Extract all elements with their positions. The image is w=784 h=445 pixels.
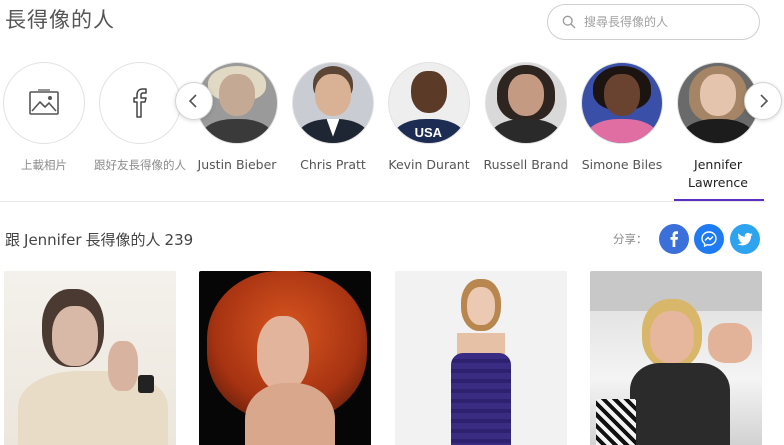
avatar[interactable]: USA [388, 62, 470, 144]
results-prefix: 跟 [5, 231, 21, 249]
results-heading: 跟 Jennifer 長得像的人 239 [5, 229, 197, 250]
person-kevin-durant[interactable]: USA Kevin Durant [379, 58, 479, 174]
facebook-icon [670, 231, 678, 247]
page-title: 長得像的人 [5, 8, 115, 32]
image-icon [29, 89, 59, 115]
result-photo-card[interactable] [590, 271, 762, 445]
photo-face [650, 311, 694, 363]
photo-face [467, 287, 495, 325]
photo-hand [108, 341, 138, 391]
facebook-friends-label: 跟好友長得像的人 [94, 158, 186, 172]
search-box[interactable] [547, 4, 760, 40]
person-name: Russell Brand [483, 157, 569, 172]
person-name: Jennifer Lawrence [688, 157, 748, 190]
messenger-icon [701, 231, 717, 247]
results-count: 239 [164, 231, 194, 249]
results-suffix: 長得像的人 [85, 231, 161, 249]
share-messenger-button[interactable] [694, 224, 724, 254]
upload-photo-item[interactable]: 上載相片 [0, 58, 94, 174]
avatar[interactable] [485, 62, 567, 144]
photo-face [52, 306, 98, 366]
person-jennifer-lawrence[interactable]: Jennifer Lawrence [668, 58, 768, 192]
photo-dress [451, 353, 511, 445]
person-name: Justin Bieber [197, 157, 277, 172]
usa-jersey-print: USA [414, 125, 443, 141]
search-input[interactable] [584, 15, 744, 29]
person-simone-biles[interactable]: Simone Biles [572, 58, 672, 174]
carousel-next-button[interactable] [744, 82, 782, 120]
person-name: Simone Biles [581, 157, 663, 172]
share-facebook-button[interactable] [659, 224, 689, 254]
person-name: Kevin Durant [388, 157, 470, 172]
upload-photo-button[interactable] [3, 62, 85, 144]
photo-arm [708, 323, 752, 363]
photo-top [630, 363, 730, 445]
upload-photo-label: 上載相片 [21, 158, 67, 172]
portrait-illustration [293, 63, 373, 143]
person-russell-brand[interactable]: Russell Brand [476, 58, 576, 174]
result-photo-card[interactable] [4, 271, 176, 445]
person-chris-pratt[interactable]: Chris Pratt [283, 58, 383, 174]
section-divider [0, 201, 766, 202]
avatar[interactable] [292, 62, 374, 144]
twitter-icon [737, 232, 753, 246]
share-twitter-button[interactable] [730, 224, 760, 254]
chevron-left-icon [188, 94, 197, 108]
results-name: Jennifer [24, 231, 82, 249]
portrait-illustration [582, 63, 662, 143]
photo-shoulders [245, 383, 335, 445]
people-carousel: 上載相片 跟好友長得像的人 Justin Bieber Chris Pratt … [0, 58, 784, 203]
avatar[interactable] [581, 62, 663, 144]
share-label: 分享： [613, 232, 648, 246]
search-icon [562, 15, 576, 29]
person-name: Chris Pratt [300, 157, 366, 172]
facebook-friends-item[interactable]: 跟好友長得像的人 [90, 58, 190, 174]
portrait-illustration [486, 63, 566, 143]
photo-face [257, 316, 309, 391]
chevron-right-icon [760, 94, 769, 108]
result-photo-card[interactable] [199, 271, 371, 445]
result-photo-card[interactable] [395, 271, 567, 445]
facebook-friends-button[interactable] [99, 62, 181, 144]
portrait-illustration: USA [389, 63, 469, 143]
photo-watch [138, 375, 154, 393]
carousel-prev-button[interactable] [175, 82, 213, 120]
photo-newspaper [596, 399, 636, 445]
facebook-icon [133, 88, 147, 118]
